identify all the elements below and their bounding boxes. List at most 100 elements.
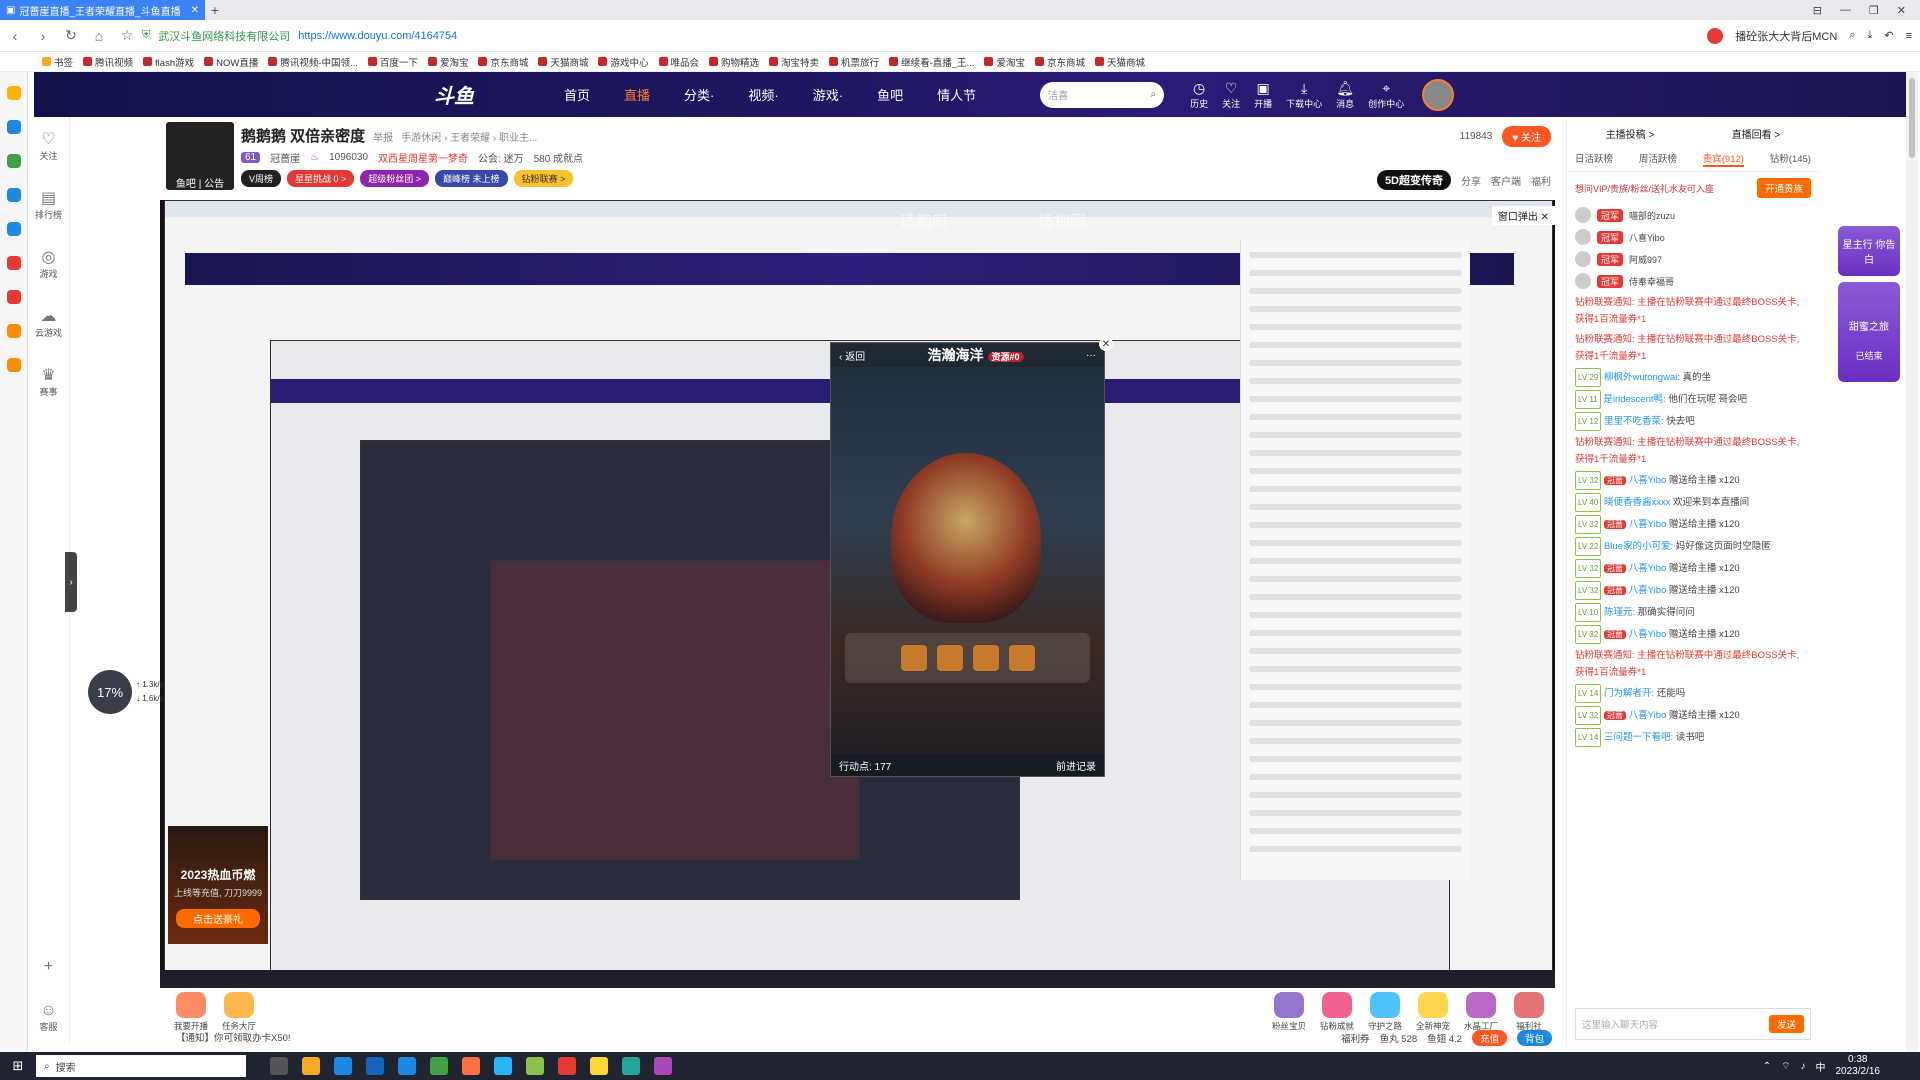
volume-icon[interactable]: ♪ — [1801, 1061, 1806, 1072]
bookmark-item[interactable]: 唯品会 — [658, 55, 699, 69]
history-button[interactable]: ◷ 历史 — [1190, 80, 1208, 110]
activity-entry[interactable]: 守护之路 — [1364, 992, 1406, 1032]
chat-nickname[interactable]: 是iridescent鸭: — [1603, 394, 1665, 405]
scrollbar-thumb[interactable] — [1909, 78, 1915, 158]
chat-input[interactable]: 这里输入聊天内容 发送 — [1575, 1008, 1811, 1040]
chat-nickname[interactable]: 八喜Yibo — [1629, 475, 1667, 486]
app-icon[interactable] — [590, 1057, 608, 1075]
bookmark-item[interactable]: 爱淘宝 — [984, 55, 1025, 69]
chat-nickname[interactable]: 八喜Yibo — [1629, 710, 1667, 721]
app-icon[interactable] — [654, 1057, 672, 1075]
page-scrollbar[interactable] — [1906, 72, 1918, 1052]
network-speed-widget[interactable]: 17% ↑ 1.3k/s ↓ 1.6k/s — [88, 668, 178, 716]
welfare-button[interactable]: 福利 — [1531, 173, 1551, 188]
sidebar-app-icon[interactable] — [6, 222, 21, 236]
tab-diamond-fans[interactable]: 钻粉(145) — [1770, 151, 1811, 167]
taskbar-search[interactable]: ⌕ 搜索 — [36, 1055, 246, 1077]
tray-chevron-icon[interactable]: ⌃ — [1763, 1061, 1771, 1072]
weibo-icon[interactable] — [1707, 27, 1724, 44]
chat-nickname[interactable]: 八喜Yibo — [1629, 629, 1667, 640]
nav-category[interactable]: 分类· — [684, 85, 714, 104]
chat-nickname[interactable]: 陈瑾元: — [1604, 607, 1635, 618]
sidebar-add-button[interactable]: + — [28, 958, 69, 976]
bookmark-item[interactable]: 书签 — [42, 55, 73, 69]
wechat-icon[interactable] — [430, 1057, 448, 1075]
share-button[interactable]: 分享 — [1461, 173, 1481, 188]
chat-nickname[interactable]: 柳枫外wutongwai: — [1604, 372, 1680, 383]
super-fan-badge[interactable]: 超级粉丝团 > — [360, 170, 430, 187]
video-player[interactable]: 适鹏吗 适视图 窗口弹出 ✕ ‹ 返回 浩瀚海洋 资源#0 ··· 行动点: 17… — [160, 200, 1555, 988]
game-ad-tag[interactable]: 5D超变传奇 — [1376, 170, 1451, 190]
follow-button[interactable]: ♥ 关注 — [1502, 126, 1551, 147]
hot-search-text[interactable]: 播砼张大大背后MCN — [1735, 28, 1837, 44]
url-text[interactable]: https://www.douyu.com/4164754 — [298, 30, 457, 42]
game-hero-image[interactable] — [891, 453, 1041, 623]
more-icon[interactable]: ··· — [1086, 350, 1096, 361]
sidebar-item-cloud-games[interactable]: ☁ 云游戏 — [28, 306, 69, 339]
chat-nickname[interactable]: 里里不吃香菜: — [1604, 416, 1664, 427]
favorites-icon[interactable] — [6, 86, 21, 100]
bookmark-item[interactable]: 天猫商城 — [1094, 55, 1145, 69]
app-icon[interactable] — [462, 1057, 480, 1075]
room-category[interactable]: 手游休闲 › 王者荣耀 › 职业主... — [401, 129, 537, 144]
network-icon[interactable]: ⌔ — [1781, 1060, 1790, 1073]
windows-start-icon[interactable]: ⊞ — [0, 1058, 36, 1074]
send-button[interactable]: 发送 — [1768, 1015, 1804, 1033]
task-view-icon[interactable] — [270, 1057, 288, 1075]
window-close-button[interactable]: ✕ — [1897, 4, 1906, 17]
chat-nickname[interactable]: 三问题一下看吧: — [1604, 732, 1673, 743]
bookmark-item[interactable]: 腾讯视频-中国领... — [268, 55, 358, 69]
tab-weekly-active[interactable]: 周活跃榜 — [1639, 151, 1677, 167]
bookmark-item[interactable]: 天猫商城 — [538, 55, 588, 69]
sidebar-app-icon[interactable] — [6, 256, 21, 270]
home-icon[interactable]: ⌂ — [92, 28, 106, 44]
popout-window-button[interactable]: 窗口弹出 ✕ — [1491, 206, 1555, 225]
user-avatar[interactable] — [1422, 78, 1455, 111]
file-explorer-icon[interactable] — [302, 1057, 320, 1075]
sidebar-item-esports[interactable]: ♛ 赛事 — [28, 365, 69, 398]
mail-icon[interactable] — [398, 1057, 416, 1075]
anchor-submit-link[interactable]: 主播投稿 > — [1606, 126, 1655, 141]
sidebar-support-button[interactable]: ☺ 客服 — [28, 1002, 69, 1033]
store-icon[interactable] — [366, 1057, 384, 1075]
bookmark-item[interactable]: 淘宝特卖 — [769, 55, 819, 69]
chat-nickname[interactable]: Blue家的小可爱: — [1604, 541, 1673, 552]
peak-rank-badge[interactable]: 巅峰榜 未上榜 — [435, 170, 508, 187]
bookmark-item[interactable]: 京东商城 — [478, 55, 528, 69]
bookmark-item[interactable]: 机票旅行 — [829, 55, 879, 69]
welfare-ticket[interactable]: 福利券 — [1341, 1031, 1370, 1045]
chat-nickname[interactable]: 门为解者开: — [1604, 688, 1654, 699]
bookmark-item[interactable]: 京东商城 — [1034, 55, 1085, 69]
wechat-icon[interactable] — [6, 154, 21, 168]
tab-close-icon[interactable]: ✕ — [191, 5, 199, 16]
sidebar-app-icon[interactable] — [6, 120, 21, 134]
pdf-icon[interactable] — [6, 290, 21, 304]
bookmark-item[interactable]: 游戏中心 — [598, 55, 649, 69]
back-arrow-icon[interactable]: ‹ — [8, 28, 22, 44]
download-center-button[interactable]: ⤓ 下载中心 — [1286, 80, 1322, 110]
nav-live[interactable]: 直播 — [624, 85, 650, 104]
vip-rank-row[interactable]: 冠军 阿威997 — [1567, 248, 1819, 270]
app-icon[interactable] — [622, 1057, 640, 1075]
bookmark-item[interactable]: 继续看-直播_王... — [889, 55, 974, 69]
search-icon[interactable]: ⌕ — [1150, 89, 1156, 100]
start-live-button[interactable]: ▣ 开播 — [1254, 80, 1272, 110]
ime-icon[interactable]: 中 — [1816, 1059, 1826, 1074]
recharge-button[interactable]: 充值 — [1471, 1030, 1507, 1046]
creator-center-button[interactable]: ⌖ 创作中心 — [1368, 80, 1404, 110]
promo-card[interactable]: 2023热血币燃 上线等充值, 刀刀9999 点击送豪礼 — [168, 826, 268, 944]
sidebar-app-icon[interactable] — [6, 358, 21, 372]
vip-rank-row[interactable]: 冠军 喵部的zuzu — [1567, 204, 1819, 226]
back-button[interactable]: ‹ 返回 — [839, 348, 865, 363]
tab-daily-active[interactable]: 日活跃榜 — [1575, 151, 1613, 167]
vip-rank-row[interactable]: 冠军 侍奉幸福哥 — [1567, 270, 1819, 292]
bookmark-item[interactable]: flash游戏 — [143, 55, 194, 69]
streamer-name[interactable]: 冠蔷崖 — [270, 150, 300, 165]
search-input[interactable]: 洁喜 ⌕ — [1040, 81, 1165, 108]
undo-icon[interactable]: ↶ — [1884, 29, 1893, 42]
nav-home[interactable]: 首页 — [564, 85, 590, 104]
activity-entry[interactable]: 水晶工厂 — [1460, 992, 1502, 1032]
clock[interactable]: 0:38 2023/2/16 — [1836, 1054, 1881, 1078]
nav-video[interactable]: 视频· — [748, 85, 778, 104]
nav-fishbar[interactable]: 鱼吧 — [877, 85, 903, 104]
